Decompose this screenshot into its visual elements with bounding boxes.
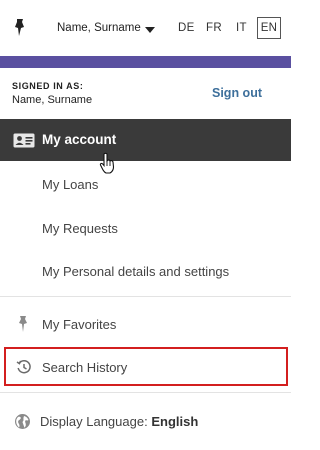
language-en[interactable]: EN xyxy=(257,17,281,39)
chevron-down-icon[interactable] xyxy=(145,27,155,33)
display-language-value: English xyxy=(151,414,199,429)
accent-bar xyxy=(0,56,291,68)
top-bar: Name, Surname DE FR IT EN xyxy=(0,0,291,56)
divider xyxy=(0,296,291,297)
my-account-label: My account xyxy=(42,132,117,147)
display-language-label: Display Language: English xyxy=(40,414,198,429)
search-history-label: Search History xyxy=(42,360,128,375)
my-loans-link[interactable]: My Loans xyxy=(42,177,98,192)
language-fr[interactable]: FR xyxy=(206,22,222,34)
my-favorites-label: My Favorites xyxy=(42,317,117,332)
search-history-item[interactable]: Search History xyxy=(4,347,288,386)
my-favorites-item[interactable]: My Favorites xyxy=(0,308,291,342)
pin-icon[interactable] xyxy=(12,18,28,38)
signed-in-name: Name, Surname xyxy=(12,94,93,106)
my-requests-link[interactable]: My Requests xyxy=(42,221,118,236)
page: Name, Surname DE FR IT EN SIGNED IN AS: … xyxy=(0,0,291,450)
display-language-item[interactable]: Display Language: English xyxy=(0,404,291,438)
display-language-caption: Display Language: xyxy=(40,414,148,429)
my-personal-details-link[interactable]: My Personal details and settings xyxy=(42,264,229,279)
my-account-item[interactable]: My account xyxy=(0,119,291,161)
id-card-icon xyxy=(13,133,35,148)
language-de[interactable]: DE xyxy=(178,22,195,34)
hand-pointer-icon xyxy=(99,152,115,174)
language-it[interactable]: IT xyxy=(236,22,247,34)
signed-in-label: SIGNED IN AS: xyxy=(12,81,84,91)
divider xyxy=(0,392,291,393)
history-icon xyxy=(16,359,31,374)
sign-out-link[interactable]: Sign out xyxy=(212,86,262,100)
pin-icon xyxy=(19,316,27,332)
user-menu-name[interactable]: Name, Surname xyxy=(57,22,141,34)
globe-icon xyxy=(15,414,30,429)
